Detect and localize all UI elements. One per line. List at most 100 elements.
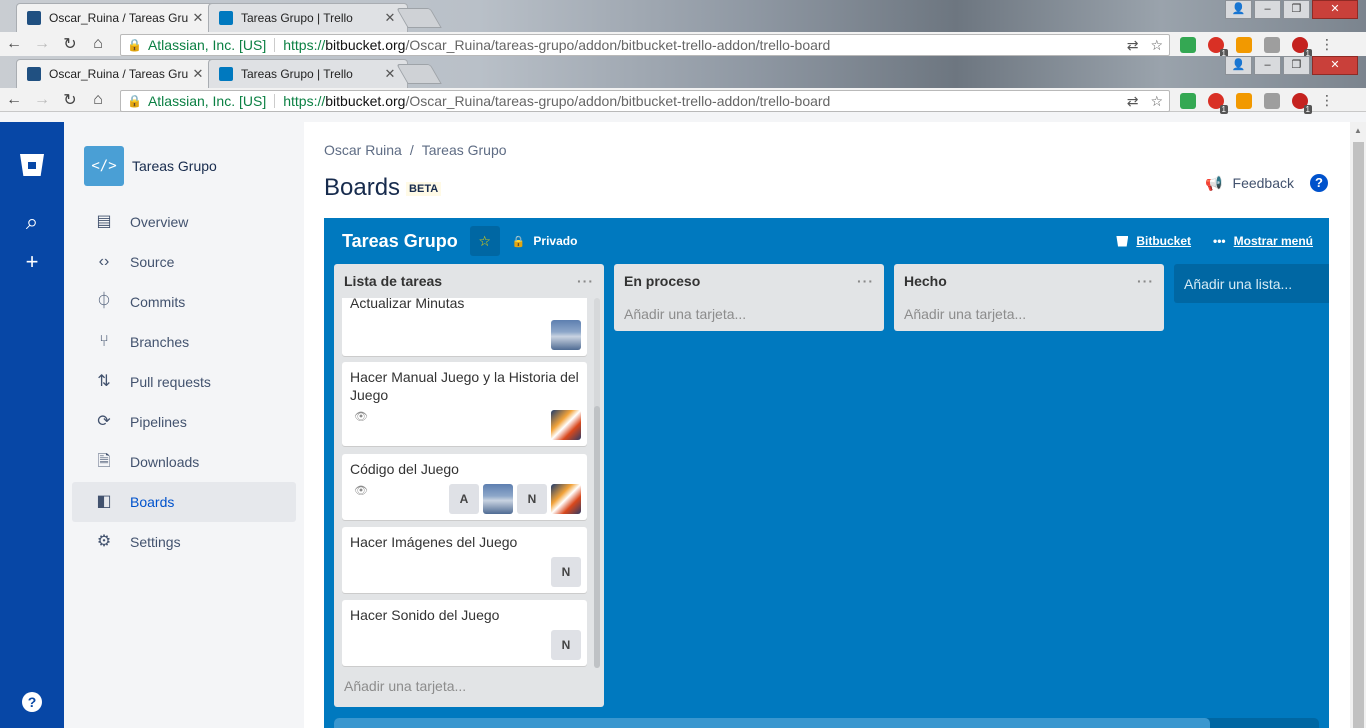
breadcrumb-repo-link[interactable]: Tareas Grupo: [422, 142, 507, 158]
member-avatar-n[interactable]: N: [551, 630, 581, 660]
card-actualizar-minutas[interactable]: Actualizar Minutas: [342, 298, 587, 356]
board-name[interactable]: Tareas Grupo: [342, 231, 458, 252]
show-menu-link[interactable]: Mostrar menú: [1234, 234, 1313, 248]
breadcrumb-owner-link[interactable]: Oscar Ruina: [324, 142, 402, 158]
browser-menu-icon[interactable]: ⋮: [1320, 36, 1334, 53]
user-icon[interactable]: 👤: [1225, 0, 1252, 19]
url-protocol: https://: [283, 37, 326, 53]
main-content: Oscar Ruina / Tareas Grupo Boards BETA 📢 Fe…: [304, 122, 1350, 728]
adblock-plus-icon[interactable]: 1: [1292, 36, 1312, 58]
url-path: /Oscar_Ruina/tareas-grupo/addon/bitbucke…: [405, 93, 831, 109]
list-header[interactable]: En proceso ···: [614, 264, 884, 298]
list-menu-icon[interactable]: ···: [1137, 273, 1154, 289]
board-visibility[interactable]: 🔒 Privado: [512, 234, 578, 248]
browser-tab-bitbucket[interactable]: Oscar_Ruina / Tareas Gru ✕: [16, 3, 216, 32]
member-avatar[interactable]: [551, 320, 581, 350]
maximize-button[interactable]: ❐: [1283, 0, 1310, 19]
list-title: Hecho: [904, 273, 947, 289]
sidebar-item-pipelines[interactable]: ⟳ Pipelines: [72, 402, 296, 442]
list-header[interactable]: Lista de tareas ···: [334, 264, 604, 298]
minimize-button[interactable]: ‒: [1254, 0, 1281, 19]
address-bar[interactable]: 🔒 Atlassian, Inc. [US] https://bitbucket…: [120, 90, 1170, 112]
browser-tab-bitbucket[interactable]: Oscar_Ruina / Tareas Gru ✕: [16, 59, 216, 88]
reload-button[interactable]: ↻: [56, 90, 84, 110]
close-tab-icon[interactable]: ✕: [383, 66, 397, 82]
add-card-button[interactable]: Añadir una tarjeta...: [334, 670, 604, 706]
extension-key-icon[interactable]: [1236, 92, 1252, 109]
forward-button[interactable]: →: [28, 35, 56, 53]
translate-icon[interactable]: ⇄: [1127, 93, 1139, 110]
forward-button[interactable]: →: [28, 91, 56, 109]
extension-bag-icon[interactable]: [1264, 36, 1280, 53]
card-hacer-sonido[interactable]: Hacer Sonido del Juego N: [342, 600, 587, 666]
extension-puzzle-icon[interactable]: [1180, 92, 1196, 109]
bitbucket-logo-icon[interactable]: [20, 154, 44, 176]
sidebar-item-branches[interactable]: ⑂ Branches: [72, 322, 296, 362]
member-avatar[interactable]: [551, 484, 581, 514]
card-hacer-manual-juego[interactable]: Hacer Manual Juego y la Historia del Jue…: [342, 362, 587, 446]
home-button[interactable]: ⌂: [84, 91, 112, 109]
feedback-link[interactable]: Feedback: [1233, 175, 1294, 191]
home-button[interactable]: ⌂: [84, 35, 112, 53]
extension-opera-icon[interactable]: 1: [1208, 92, 1228, 114]
maximize-button[interactable]: ❐: [1283, 56, 1310, 75]
bookmark-star-icon[interactable]: ☆: [1150, 37, 1163, 54]
member-avatar-n[interactable]: N: [551, 557, 581, 587]
list-menu-icon[interactable]: ···: [577, 273, 594, 289]
member-avatar[interactable]: [551, 410, 581, 440]
sidebar-item-boards[interactable]: ◧ Boards: [72, 482, 296, 522]
extension-key-icon[interactable]: [1236, 36, 1252, 53]
browser-menu-icon[interactable]: ⋮: [1320, 92, 1334, 109]
minimize-button[interactable]: ‒: [1254, 56, 1281, 75]
bookmark-star-icon[interactable]: ☆: [1150, 93, 1163, 110]
user-icon[interactable]: 👤: [1225, 56, 1252, 75]
search-icon[interactable]: ⌕: [20, 210, 44, 234]
list-menu-icon[interactable]: ···: [857, 273, 874, 289]
watching-eye-icon: 👁: [354, 411, 368, 423]
scrollbar-thumb[interactable]: [1353, 142, 1364, 728]
board-horizontal-scrollbar[interactable]: [334, 718, 1319, 728]
create-plus-icon[interactable]: +: [20, 250, 44, 274]
member-avatar[interactable]: [483, 484, 513, 514]
url-protocol: https://: [283, 93, 326, 109]
back-button[interactable]: ←: [0, 35, 28, 53]
sidebar-item-downloads[interactable]: 🗎 Downloads: [72, 442, 296, 482]
add-card-button[interactable]: Añadir una tarjeta...: [614, 298, 884, 334]
add-card-button[interactable]: Añadir una tarjeta...: [894, 298, 1164, 334]
extension-bag-icon[interactable]: [1264, 92, 1280, 109]
close-tab-icon[interactable]: ✕: [191, 66, 205, 82]
member-avatar-n[interactable]: N: [517, 484, 547, 514]
sidebar-item-commits[interactable]: ⏀ Commits: [72, 282, 296, 322]
project-header[interactable]: </> Tareas Grupo: [84, 146, 217, 186]
extension-opera-icon[interactable]: 1: [1208, 36, 1228, 58]
sidebar-item-overview[interactable]: ▤ Overview: [72, 202, 296, 242]
star-board-icon[interactable]: ☆: [469, 226, 500, 256]
sidebar-item-settings[interactable]: ⚙ Settings: [72, 522, 296, 562]
close-window-button[interactable]: ✕: [1312, 56, 1358, 75]
address-bar[interactable]: 🔒 Atlassian, Inc. [US] https://bitbucket…: [120, 34, 1170, 56]
translate-icon[interactable]: ⇄: [1127, 37, 1139, 54]
back-button[interactable]: ←: [0, 91, 28, 109]
browser-tab-trello[interactable]: Tareas Grupo | Trello ✕: [208, 3, 408, 32]
adblock-plus-icon[interactable]: 1: [1292, 92, 1312, 114]
member-avatar-a[interactable]: A: [449, 484, 479, 514]
extension-puzzle-icon[interactable]: [1180, 36, 1196, 53]
scroll-up-arrow-icon[interactable]: ▲: [1354, 126, 1362, 135]
reload-button[interactable]: ↻: [56, 34, 84, 54]
close-tab-icon[interactable]: ✕: [383, 10, 397, 26]
card-codigo-del-juego[interactable]: Código del Juego 👁 A N: [342, 454, 587, 520]
card-hacer-imagenes[interactable]: Hacer Imágenes del Juego N: [342, 527, 587, 593]
add-list-button[interactable]: Añadir una lista...: [1174, 264, 1329, 303]
browser-tab-trello[interactable]: Tareas Grupo | Trello ✕: [208, 59, 408, 88]
sidebar-item-source[interactable]: ‹› Source: [72, 242, 296, 282]
list-scrollbar[interactable]: [594, 298, 600, 668]
close-window-button[interactable]: ✕: [1312, 0, 1358, 19]
list-header[interactable]: Hecho ···: [894, 264, 1164, 298]
page-scrollbar[interactable]: ▲: [1350, 122, 1366, 728]
help-icon[interactable]: ?: [22, 692, 42, 712]
bitbucket-link[interactable]: Bitbucket: [1136, 234, 1191, 248]
sidebar-item-pull-requests[interactable]: ⇅ Pull requests: [72, 362, 296, 402]
close-tab-icon[interactable]: ✕: [191, 10, 205, 26]
tab-title: Tareas Grupo | Trello: [241, 11, 353, 25]
help-question-icon[interactable]: ?: [1310, 174, 1328, 192]
